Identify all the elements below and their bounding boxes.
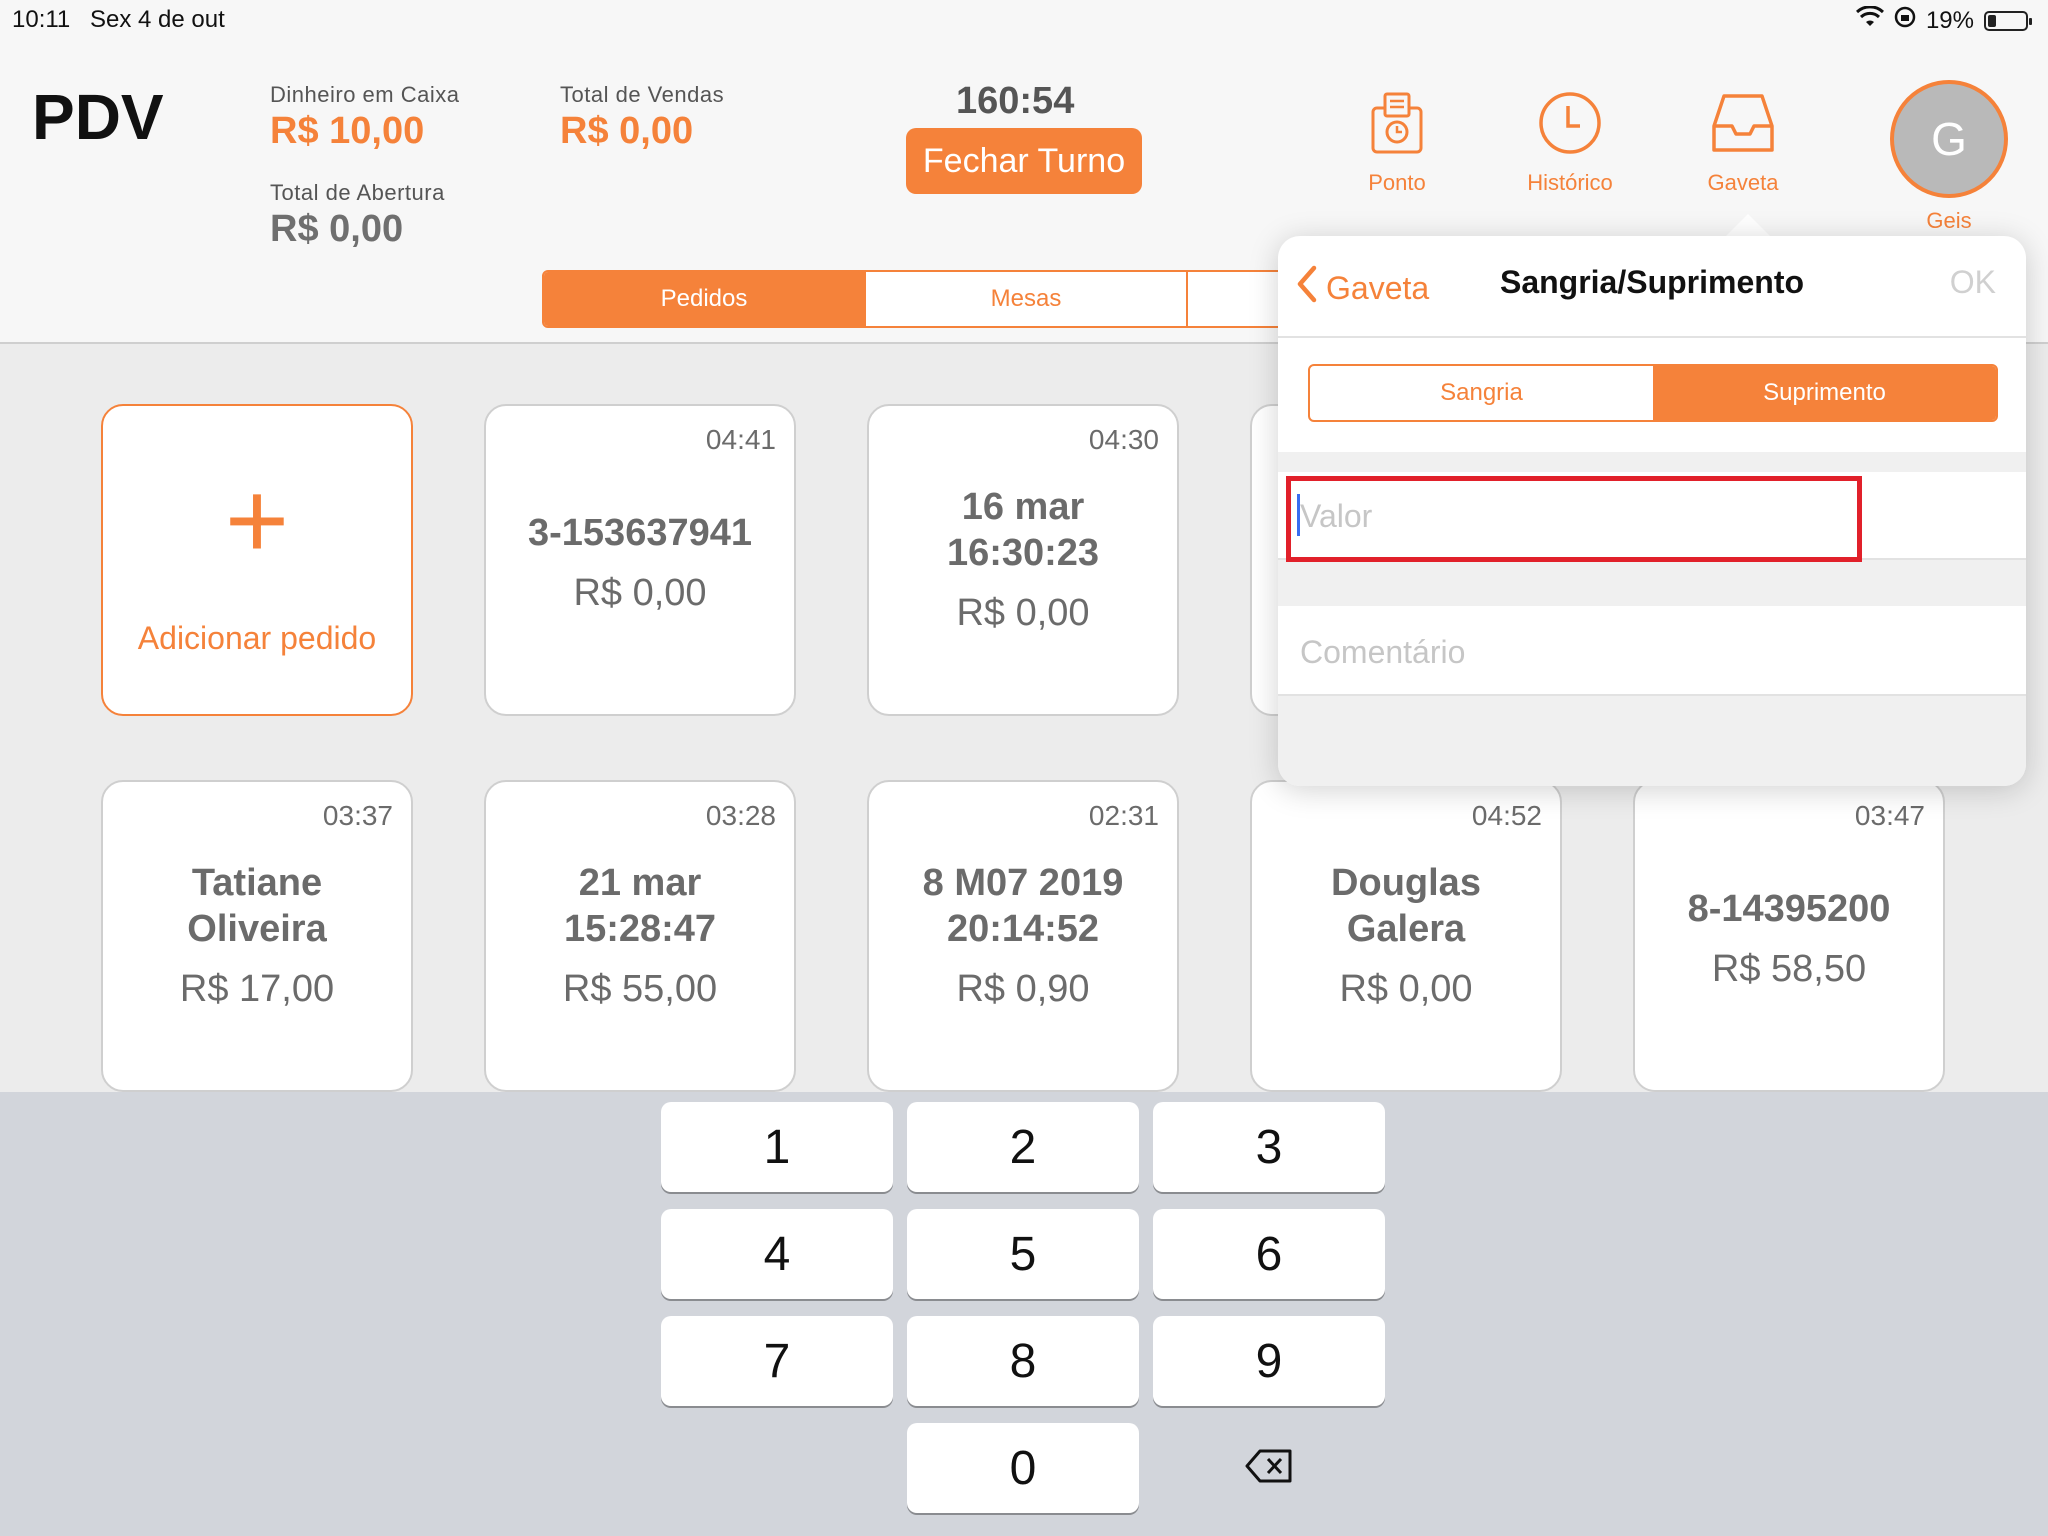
drawer-icon: [1673, 90, 1813, 156]
opening-label: Total de Abertura: [270, 180, 445, 205]
order-card[interactable]: 03:37 Tatiane Oliveira R$ 17,00: [101, 780, 413, 1092]
tab-mesas[interactable]: Mesas: [866, 272, 1188, 326]
close-shift-button[interactable]: Fechar Turno: [906, 128, 1142, 194]
cash-label: Dinheiro em Caixa: [270, 82, 460, 107]
page-title: PDV: [32, 81, 164, 153]
section-gap: [1278, 696, 2026, 786]
battery-percent: 19%: [1925, 6, 1974, 34]
historico-button[interactable]: Histórico: [1500, 90, 1640, 196]
status-time: 10:11: [12, 6, 71, 33]
order-card[interactable]: 04:41 3-153637941 R$ 0,00: [484, 404, 796, 716]
cash-value: R$ 10,00: [270, 110, 425, 152]
order-time: 02:31: [1088, 800, 1159, 831]
order-title: Douglas Galera: [1331, 862, 1481, 950]
user-name: Geis: [1926, 208, 1972, 233]
key-8[interactable]: 8: [907, 1316, 1139, 1406]
plus-icon: +: [224, 459, 290, 582]
shift-timer: 160:54: [956, 80, 1075, 122]
order-time: 03:37: [322, 800, 393, 831]
rotation-lock-icon: [1894, 6, 1916, 35]
add-order-card[interactable]: + Adicionar pedido: [101, 404, 413, 716]
order-price: R$ 0,00: [1339, 968, 1473, 1010]
key-7[interactable]: 7: [661, 1316, 893, 1406]
chevron-left-icon: [1294, 264, 1320, 312]
gaveta-button[interactable]: Gaveta: [1673, 90, 1813, 196]
historico-label: Histórico: [1527, 170, 1613, 195]
sales-value: R$ 0,00: [560, 110, 694, 152]
key-1[interactable]: 1: [661, 1102, 893, 1192]
back-button[interactable]: Gaveta: [1294, 264, 1429, 312]
divider: [1278, 336, 2026, 338]
order-title: 8 M07 2019 20:14:52: [922, 862, 1124, 950]
ponto-label: Ponto: [1368, 170, 1426, 195]
order-price: R$ 55,00: [562, 968, 718, 1010]
gaveta-label: Gaveta: [1707, 170, 1779, 195]
text-caret: [1297, 494, 1300, 536]
order-time: 04:52: [1471, 800, 1542, 831]
order-price: R$ 17,00: [179, 968, 335, 1010]
battery-icon: [1984, 10, 2032, 31]
section-gap: [1278, 560, 2026, 606]
wifi-icon: [1855, 5, 1884, 35]
user-avatar[interactable]: G: [1890, 80, 2008, 198]
order-card[interactable]: 04:30 16 mar 16:30:23 R$ 0,00: [867, 404, 1179, 716]
ok-button[interactable]: OK: [1950, 264, 1996, 301]
order-card[interactable]: 03:28 21 mar 15:28:47 R$ 55,00: [484, 780, 796, 1092]
order-time: 03:28: [705, 800, 776, 831]
back-label: Gaveta: [1326, 269, 1430, 306]
key-3[interactable]: 3: [1153, 1102, 1385, 1192]
key-5[interactable]: 5: [907, 1209, 1139, 1299]
delete-key[interactable]: [1153, 1423, 1385, 1513]
section-gap: [1278, 452, 2026, 472]
order-time: 04:30: [1088, 424, 1159, 455]
key-6[interactable]: 6: [1153, 1209, 1385, 1299]
order-price: R$ 0,90: [956, 968, 1090, 1010]
order-title: 3-153637941: [528, 512, 752, 554]
sangria-segment: Sangria Suprimento: [1308, 364, 1998, 422]
order-title: 8-14395200: [1687, 888, 1891, 930]
key-0[interactable]: 0: [907, 1423, 1139, 1513]
status-bar: 10:11 Sex 4 de out 19%: [0, 0, 2048, 40]
backspace-icon: [1244, 1448, 1294, 1489]
order-time: 04:41: [705, 424, 776, 455]
comment-row: [1278, 606, 2026, 694]
order-price: R$ 58,50: [1711, 948, 1867, 990]
sales-label: Total de Vendas: [560, 82, 725, 107]
order-price: R$ 0,00: [573, 572, 707, 614]
add-order-label: Adicionar pedido: [137, 620, 377, 656]
segment-suprimento[interactable]: Suprimento: [1653, 366, 1996, 420]
order-title: 21 mar 15:28:47: [563, 862, 717, 950]
order-card[interactable]: 03:47 8-14395200 R$ 58,50: [1633, 780, 1945, 1092]
time-clock-icon: [1327, 90, 1467, 156]
order-title: Tatiane Oliveira: [187, 862, 327, 950]
status-date: Sex 4 de out: [90, 6, 225, 33]
order-card[interactable]: 02:31 8 M07 2019 20:14:52 R$ 0,90: [867, 780, 1179, 1092]
status-right: 19%: [1855, 5, 2032, 35]
clock-icon: [1500, 90, 1640, 156]
segment-sangria[interactable]: Sangria: [1310, 366, 1653, 420]
key-9[interactable]: 9: [1153, 1316, 1385, 1406]
key-4[interactable]: 4: [661, 1209, 893, 1299]
popover-arrow: [1726, 214, 1770, 236]
highlight-box: [1286, 476, 1862, 562]
order-title: 16 mar 16:30:23: [946, 486, 1100, 574]
order-card[interactable]: 04:52 Douglas Galera R$ 0,00: [1250, 780, 1562, 1092]
ponto-button[interactable]: Ponto: [1327, 90, 1467, 196]
tab-pedidos[interactable]: Pedidos: [544, 272, 866, 326]
order-time: 03:47: [1854, 800, 1925, 831]
order-price: R$ 0,00: [956, 592, 1090, 634]
comment-input[interactable]: [1298, 628, 2002, 676]
key-2[interactable]: 2: [907, 1102, 1139, 1192]
opening-value: R$ 0,00: [270, 208, 404, 250]
sangria-popover: Sangria/Suprimento Gaveta OK Sangria Sup…: [1278, 236, 2026, 786]
